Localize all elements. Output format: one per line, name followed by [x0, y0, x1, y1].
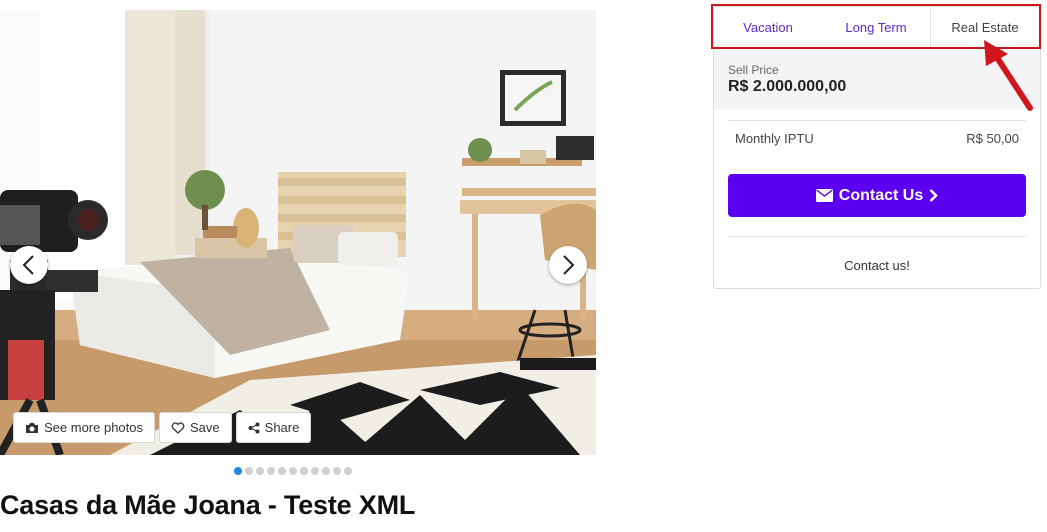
pagination-dot[interactable]: [267, 467, 275, 475]
camera-icon: [26, 422, 38, 433]
price-box: Sell Price R$ 2.000.000,00: [714, 50, 1040, 109]
pagination-dot[interactable]: [256, 467, 264, 475]
photo-actions: See more photos Save Share: [13, 412, 312, 443]
divider: [728, 236, 1026, 237]
chevron-left-icon: [22, 255, 34, 275]
pagination-dot[interactable]: [278, 467, 286, 475]
pagination-dot[interactable]: [245, 467, 253, 475]
bedroom-photo: [0, 10, 596, 455]
save-label: Save: [190, 420, 220, 435]
pricing-panel: Vacation Long Term Real Estate Sell Pric…: [713, 6, 1041, 289]
pagination-dot[interactable]: [289, 467, 297, 475]
listing-type-tabs: Vacation Long Term Real Estate: [714, 7, 1040, 49]
save-button[interactable]: Save: [159, 412, 232, 443]
next-photo-button[interactable]: [549, 246, 587, 284]
price-label: Sell Price: [728, 63, 779, 77]
see-more-photos-button[interactable]: See more photos: [13, 412, 156, 443]
pagination-dot[interactable]: [300, 467, 308, 475]
iptu-label: Monthly IPTU: [735, 131, 814, 146]
pagination-dot[interactable]: [333, 467, 341, 475]
contact-us-link[interactable]: Contact us!: [714, 258, 1040, 273]
contact-us-label: Contact Us: [838, 186, 924, 204]
tab-vacation[interactable]: Vacation: [714, 7, 822, 48]
pagination-dot[interactable]: [322, 467, 330, 475]
listing-page: See more photos Save Share Casas da Mãe …: [0, 0, 1047, 532]
share-label: Share: [264, 420, 300, 435]
listing-title: Casas da Mãe Joana - Teste XML: [0, 490, 416, 520]
envelope-icon: [815, 189, 833, 202]
see-more-photos-label: See more photos: [44, 420, 144, 435]
tab-long-term[interactable]: Long Term: [822, 7, 930, 48]
chevron-right-icon: [563, 255, 575, 275]
photo-gallery: See more photos Save Share: [0, 10, 596, 455]
pagination-dot[interactable]: [234, 467, 242, 475]
previous-photo-button[interactable]: [10, 246, 48, 284]
divider: [728, 120, 1026, 121]
iptu-value: R$ 50,00: [966, 131, 1019, 146]
gallery-pagination-dots: [234, 467, 352, 475]
contact-us-button[interactable]: Contact Us: [728, 174, 1026, 217]
tab-real-estate[interactable]: Real Estate: [930, 7, 1040, 48]
pagination-dot[interactable]: [311, 467, 319, 475]
iptu-row: Monthly IPTU R$ 50,00: [735, 131, 1019, 146]
heart-icon: [171, 421, 185, 434]
chevron-right-icon: [929, 189, 939, 202]
share-icon: [248, 422, 260, 433]
share-button[interactable]: Share: [235, 412, 312, 443]
price-value: R$ 2.000.000,00: [728, 78, 847, 95]
pagination-dot[interactable]: [344, 467, 352, 475]
